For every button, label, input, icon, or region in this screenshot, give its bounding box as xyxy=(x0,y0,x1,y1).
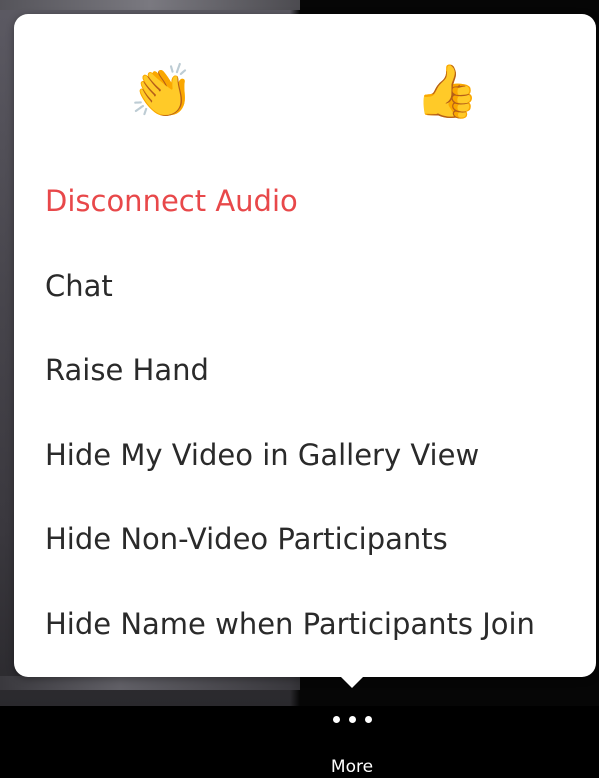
menu-item-chat[interactable]: Chat xyxy=(14,244,596,329)
thumbs-up-icon[interactable]: 👍 xyxy=(411,56,483,128)
menu-item-hide-my-video[interactable]: Hide My Video in Gallery View xyxy=(14,413,596,498)
menu-item-disconnect-audio[interactable]: Disconnect Audio xyxy=(14,159,596,244)
video-streak-bottom xyxy=(0,676,300,690)
menu-item-raise-hand[interactable]: Raise Hand xyxy=(14,328,596,413)
more-button[interactable]: More xyxy=(312,706,392,778)
more-label: More xyxy=(330,757,374,777)
clapping-hands-icon[interactable]: 👏 xyxy=(126,56,198,128)
more-dots-icon xyxy=(332,716,372,738)
popup-arrow xyxy=(340,676,364,688)
video-streak-top xyxy=(0,0,300,10)
more-menu-popup: 👏 👍 Disconnect Audio Chat Raise Hand Hid… xyxy=(14,14,596,677)
menu-item-hide-name-when-join[interactable]: Hide Name when Participants Join xyxy=(14,582,596,667)
reactions-bar: 👏 👍 xyxy=(14,14,596,144)
meeting-toolbar xyxy=(0,706,599,778)
more-menu-list: Disconnect Audio Chat Raise Hand Hide My… xyxy=(14,159,596,666)
menu-item-hide-non-video-participants[interactable]: Hide Non-Video Participants xyxy=(14,497,596,582)
